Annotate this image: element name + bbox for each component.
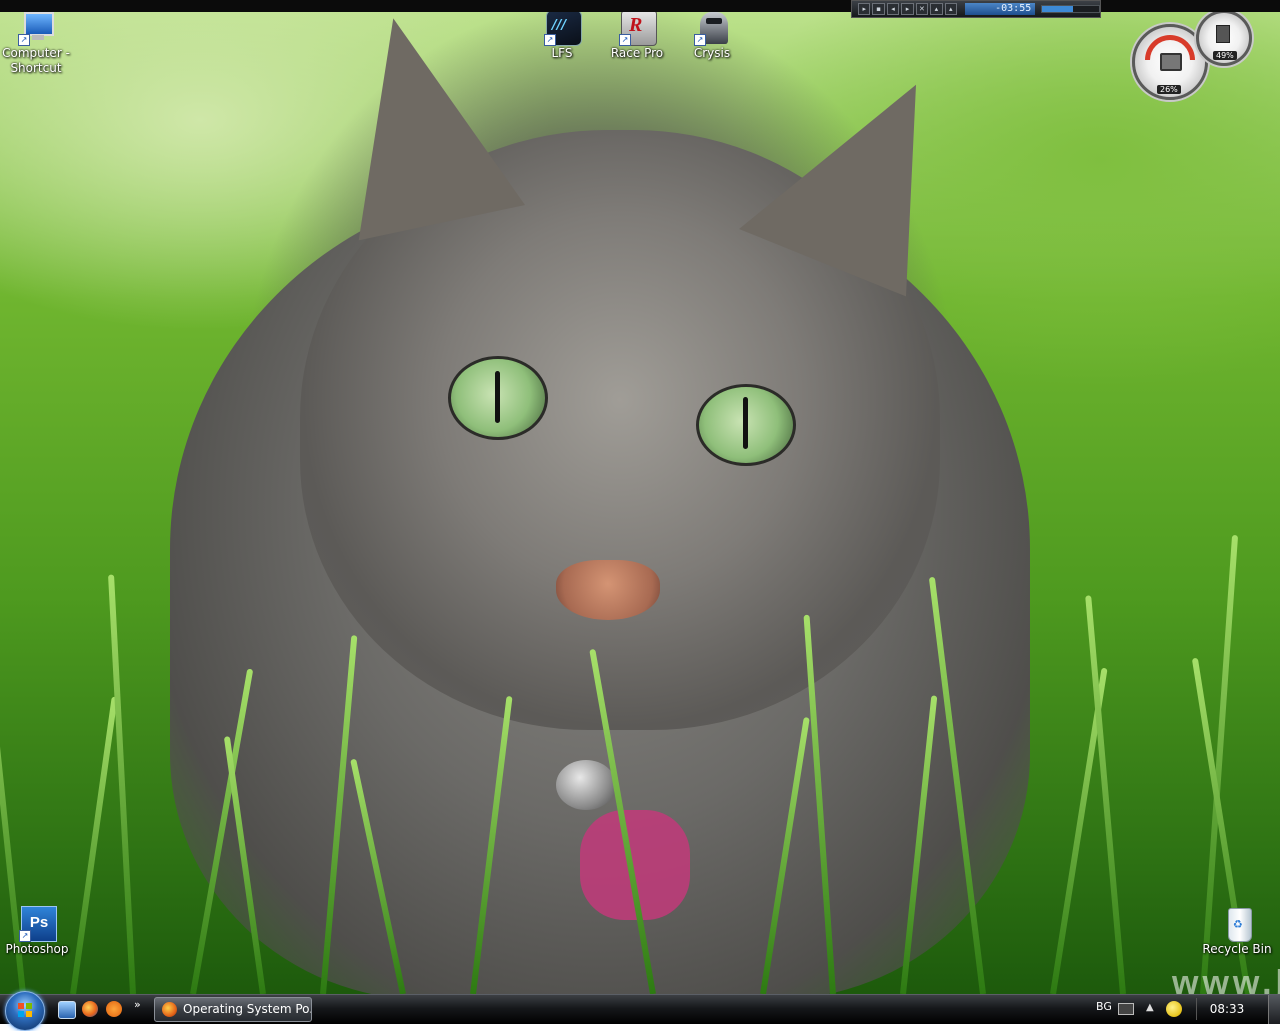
cat-ear-left [315, 0, 525, 241]
windows-logo-icon [18, 1003, 32, 1017]
media-player-bar: ▸ ▪ ◂ ▸ ✕ ▴ ▴ -03:55 [851, 0, 1101, 18]
desktop-icon-label: Photoshop [5, 942, 69, 956]
cat-eye-right [696, 384, 796, 466]
desktop-icon-race-pro[interactable]: R ↗ Race Pro [597, 10, 677, 61]
desktop-icon-photoshop[interactable]: Ps ↗ Photoshop [0, 906, 77, 957]
cpu-usage-value: 26% [1157, 85, 1181, 94]
tray-separator [1196, 998, 1197, 1020]
cat-bell [556, 760, 616, 810]
window-title: Operating System Po... [183, 1002, 312, 1016]
play-icon[interactable]: ▸ [858, 3, 871, 15]
cat-eye-left [448, 356, 548, 440]
cat-nose [556, 560, 660, 620]
tray-expand-icon[interactable]: ▲ [1146, 1002, 1154, 1013]
lfs-icon: /// ↗ [544, 10, 582, 46]
desktop-icon-crysis[interactable]: ↗ Crysis [672, 10, 752, 61]
keyboard-icon[interactable] [1118, 1003, 1134, 1015]
quick-launch-overflow[interactable]: » [134, 998, 141, 1011]
watermark-text: www.b [1172, 964, 1280, 994]
grass-blade [108, 574, 136, 994]
desktop-icon-label: Crysis [693, 46, 731, 60]
avast-icon[interactable] [106, 1001, 122, 1017]
stop-icon[interactable]: ▪ [872, 3, 885, 15]
desktop-icon-computer[interactable]: ↗ Computer - Shortcut [0, 10, 76, 76]
taskbar: » Operating System Po... BG ▲ 08:33 [0, 991, 1280, 1031]
show-desktop-button[interactable] [1268, 995, 1280, 1024]
recycle-bin-icon: ♻ [1219, 906, 1255, 942]
grass-blade [70, 696, 118, 994]
crysis-icon: ↗ [694, 10, 730, 46]
memory-gauge[interactable]: 49% [1196, 10, 1252, 66]
grass-blade [1085, 595, 1126, 994]
desktop-icon-label: Computer - Shortcut [2, 46, 70, 75]
messenger-icon[interactable] [1166, 1001, 1182, 1017]
next-icon[interactable]: ▸ [901, 3, 914, 15]
track-time: -03:55 [964, 3, 1036, 15]
volume-level [1042, 6, 1074, 12]
volume-slider[interactable] [1041, 5, 1101, 13]
previous-icon[interactable]: ◂ [886, 3, 900, 15]
shuffle-icon[interactable]: ✕ [915, 3, 929, 15]
computer-icon: ↗ [18, 10, 54, 46]
desktop-icon-recycle-bin[interactable]: ♻ Recycle Bin [1197, 906, 1277, 957]
desktop-wallpaper: ↗ Computer - Shortcut /// ↗ LFS R ↗ Race… [0, 0, 1280, 994]
memory-usage-value: 49% [1213, 51, 1237, 60]
taskbar-window-button[interactable]: Operating System Po... [154, 997, 312, 1022]
show-desktop-icon[interactable] [58, 1001, 76, 1019]
desktop-icon-label: Race Pro [610, 46, 664, 60]
desktop-icon-lfs[interactable]: /// ↗ LFS [522, 10, 602, 61]
firefox-icon [162, 1002, 177, 1017]
race-pro-icon: R ↗ [619, 10, 657, 46]
firefox-icon[interactable] [82, 1001, 98, 1017]
desktop-icon-label: LFS [551, 46, 573, 60]
start-button[interactable] [5, 991, 45, 1031]
desktop-icon-label: Recycle Bin [1202, 942, 1272, 956]
repeat-icon[interactable]: ▴ [930, 3, 943, 15]
photoshop-icon: Ps ↗ [19, 906, 57, 942]
clock[interactable]: 08:33 [1205, 1002, 1249, 1016]
language-indicator[interactable]: BG [1096, 1000, 1112, 1013]
eject-icon[interactable]: ▴ [944, 3, 957, 15]
